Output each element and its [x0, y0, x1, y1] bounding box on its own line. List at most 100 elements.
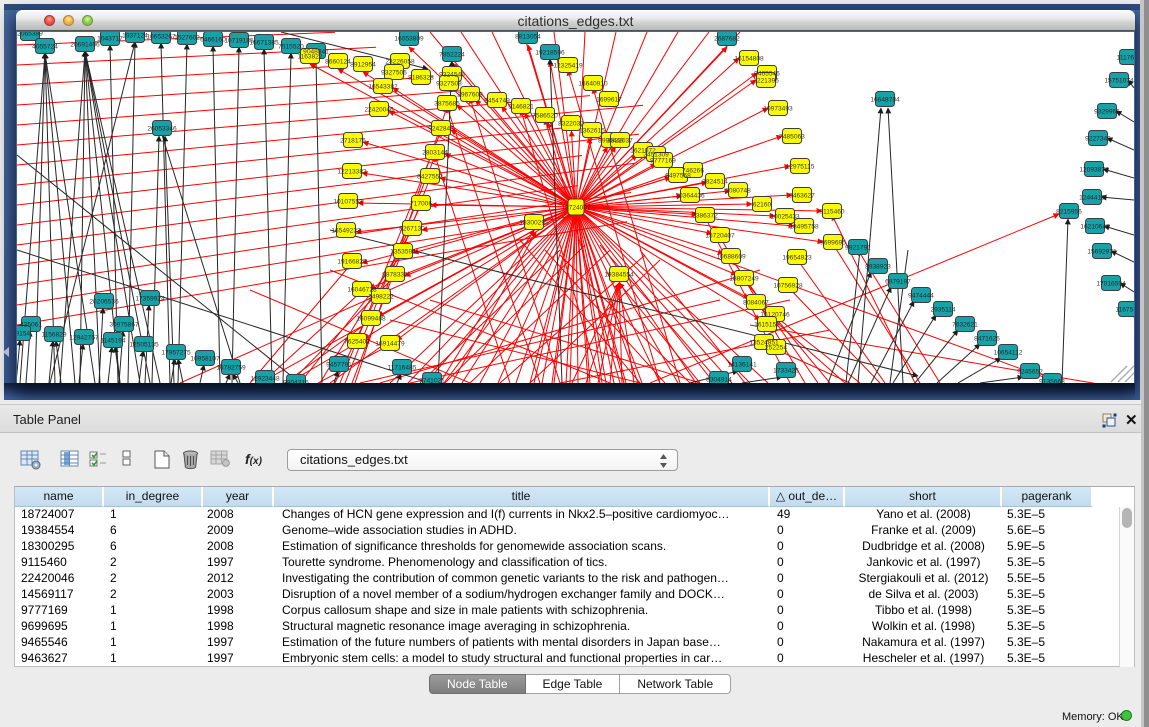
svg-text:8454749: 8454749 — [484, 98, 510, 105]
svg-text:7515520: 7515520 — [278, 44, 304, 51]
svg-text:9245652: 9245652 — [1017, 369, 1043, 376]
svg-text:16549233: 16549233 — [331, 228, 361, 235]
svg-text:15692971: 15692971 — [1087, 249, 1117, 256]
svg-text:7852224: 7852224 — [439, 52, 465, 59]
svg-text:12213383: 12213383 — [337, 169, 367, 176]
svg-text:8660124: 8660124 — [325, 59, 351, 66]
svg-text:252254: 252254 — [765, 345, 787, 352]
svg-text:11716485: 11716485 — [388, 365, 417, 372]
svg-text:1353594: 1353594 — [390, 249, 416, 256]
svg-text:746266: 746266 — [682, 168, 704, 175]
svg-text:2718176: 2718176 — [340, 138, 366, 145]
svg-text:8938923: 8938923 — [865, 264, 891, 271]
svg-text:18300295: 18300295 — [519, 220, 549, 227]
svg-text:16782759: 16782759 — [216, 365, 246, 372]
svg-text:19384554: 19384554 — [604, 272, 634, 279]
svg-text:14136141: 14136141 — [727, 362, 757, 369]
svg-text:16648784: 16648784 — [870, 97, 900, 104]
svg-text:6466160: 6466160 — [200, 37, 226, 44]
svg-text:1615152: 1615152 — [754, 322, 780, 329]
svg-text:17016504: 17016504 — [1096, 281, 1126, 288]
svg-text:16154808: 16154808 — [734, 56, 764, 63]
svg-text:1080748: 1080748 — [725, 188, 751, 195]
svg-text:8304914: 8304914 — [706, 377, 732, 384]
svg-text:8878332: 8878332 — [382, 272, 408, 279]
svg-text:18724007: 18724007 — [561, 205, 591, 212]
svg-text:3824514: 3824514 — [702, 179, 728, 186]
svg-text:1163822: 1163822 — [297, 54, 323, 61]
svg-text:22420046: 22420046 — [364, 107, 394, 114]
svg-text:16120746: 16120746 — [760, 312, 790, 319]
svg-text:12923448: 12923448 — [250, 376, 280, 383]
svg-text:2967608: 2967608 — [457, 92, 483, 99]
svg-text:9777169: 9777169 — [650, 158, 676, 165]
svg-text:1527602: 1527602 — [174, 35, 200, 42]
svg-text:26053346: 26053346 — [147, 126, 177, 133]
svg-text:19166825: 19166825 — [337, 259, 367, 266]
svg-text:1733426: 1733426 — [773, 368, 799, 375]
svg-text:1498222: 1498222 — [368, 294, 394, 301]
svg-text:1043717: 1043717 — [97, 36, 123, 43]
svg-text:10756928: 10756928 — [773, 283, 803, 290]
svg-text:8267130: 8267130 — [399, 226, 425, 233]
svg-text:17957275: 17957275 — [161, 350, 191, 357]
svg-text:18807249: 18807249 — [729, 276, 759, 283]
svg-text:10107553: 10107553 — [333, 199, 363, 206]
svg-text:9921791: 9921791 — [845, 245, 871, 252]
svg-text:2803144: 2803144 — [422, 150, 448, 157]
svg-text:9324546: 9324546 — [439, 72, 465, 79]
svg-text:15751074: 15751074 — [1104, 78, 1134, 85]
svg-text:16210643: 16210643 — [1080, 224, 1110, 231]
svg-text:1699617: 1699617 — [596, 97, 622, 104]
svg-text:10958107: 10958107 — [190, 356, 220, 363]
svg-text:1937124: 1937124 — [122, 33, 148, 40]
svg-text:12325419: 12325419 — [553, 63, 583, 70]
svg-text:23226058: 23226058 — [385, 59, 415, 66]
svg-text:7741021: 7741021 — [419, 378, 445, 384]
svg-text:16543382: 16543382 — [368, 84, 398, 91]
svg-text:18495758: 18495758 — [789, 224, 819, 231]
svg-text:16053809: 16053809 — [394, 36, 424, 43]
svg-text:1145194: 1145194 — [100, 338, 126, 345]
svg-text:9115460: 9115460 — [819, 209, 845, 216]
svg-text:9327508: 9327508 — [436, 81, 462, 88]
svg-text:12942757: 12942757 — [69, 335, 99, 342]
svg-text:717006: 717006 — [410, 201, 432, 208]
svg-text:39154: 39154 — [17, 331, 30, 338]
svg-text:2687682: 2687682 — [714, 36, 740, 43]
svg-text:9227342: 9227342 — [1085, 136, 1111, 143]
svg-text:8427552: 8427552 — [417, 174, 443, 181]
svg-text:7586520: 7586520 — [532, 113, 558, 120]
svg-text:10654112: 10654112 — [994, 350, 1023, 357]
svg-text:16671385: 16671385 — [249, 40, 279, 47]
svg-text:20206536: 20206536 — [89, 299, 119, 306]
svg-text:9327506: 9327506 — [381, 70, 407, 77]
svg-text:20691406: 20691406 — [70, 42, 100, 49]
svg-text:20364436: 20364436 — [675, 193, 705, 200]
svg-text:17359924: 17359924 — [135, 296, 165, 303]
svg-text:8912954: 8912954 — [350, 62, 376, 69]
svg-text:9699695: 9699695 — [820, 240, 846, 247]
svg-text:7386372: 7386372 — [692, 213, 718, 220]
svg-text:12975115: 12975115 — [786, 164, 815, 171]
svg-text:1156829: 1156829 — [41, 332, 67, 339]
svg-text:7485063: 7485063 — [779, 134, 805, 141]
svg-text:9465546: 9465546 — [754, 71, 780, 78]
svg-text:1221396: 1221396 — [753, 78, 779, 85]
svg-text:3875685: 3875685 — [434, 101, 460, 108]
svg-text:10025433: 10025433 — [770, 214, 800, 221]
svg-text:15720407: 15720407 — [705, 233, 735, 240]
svg-text:16099488: 16099488 — [356, 316, 386, 323]
svg-text:8084067: 8084067 — [743, 300, 769, 307]
svg-text:9474444: 9474444 — [908, 293, 934, 300]
svg-text:9463627: 9463627 — [789, 193, 815, 200]
svg-text:19218596: 19218596 — [535, 50, 565, 57]
svg-text:19654923: 19654923 — [782, 255, 812, 262]
svg-text:8322037: 8322037 — [558, 121, 584, 128]
svg-text:8215956: 8215956 — [1056, 209, 1082, 216]
svg-text:6879197: 6879197 — [885, 279, 911, 286]
svg-text:62160: 62160 — [753, 202, 772, 209]
svg-text:30975867: 30975867 — [109, 322, 139, 329]
svg-text:3822037: 3822037 — [607, 138, 633, 145]
svg-text:12093872: 12093872 — [1079, 167, 1109, 174]
